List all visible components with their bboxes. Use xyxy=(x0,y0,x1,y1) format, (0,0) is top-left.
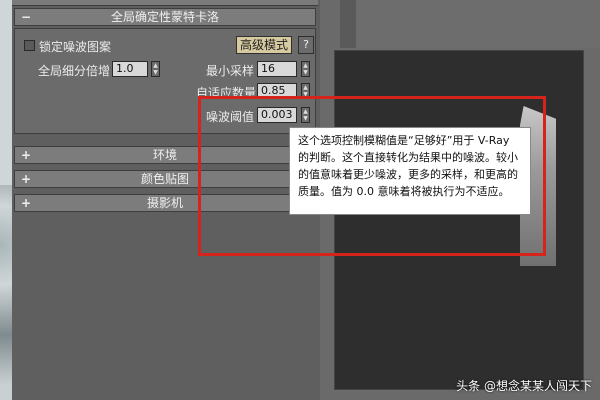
left-edge-strip xyxy=(0,0,12,400)
rollout-color-mapping-label: 颜色贴图 xyxy=(140,172,189,186)
expand-icon: + xyxy=(21,172,32,186)
min-samples-input[interactable]: 16 xyxy=(257,61,297,77)
noise-threshold-tooltip: 这个选项控制模糊值是“足够好”用于 V-Ray 的判断。这个直接转化为结果中的噪… xyxy=(289,127,531,215)
global-subdiv-mult-label: 全局细分倍增 xyxy=(38,64,111,78)
help-button[interactable]: ? xyxy=(298,36,314,54)
global-subdiv-spinner[interactable]: ▲ ▼ xyxy=(151,61,160,77)
advanced-mode-button[interactable]: 高级模式 xyxy=(236,36,292,54)
lock-noise-pattern-label: 锁定噪波图案 xyxy=(39,40,112,54)
expand-icon: + xyxy=(21,196,32,210)
rollout-environment-label: 环境 xyxy=(152,148,177,162)
collapse-icon: − xyxy=(21,10,32,24)
viewport-toolbar xyxy=(340,0,600,48)
rollout-title: 全局确定性蒙特卡洛 xyxy=(110,10,219,24)
min-samples-spinner[interactable]: ▲ ▼ xyxy=(301,61,310,77)
rollout-header-global-dmc[interactable]: − 全局确定性蒙特卡洛 xyxy=(14,8,316,26)
lock-noise-pattern-checkbox[interactable] xyxy=(24,40,35,51)
tooltip-text: 这个选项控制模糊值是“足够好”用于 V-Ray 的判断。这个直接转化为结果中的噪… xyxy=(298,134,518,198)
min-samples-label: 最小采样 xyxy=(206,64,255,78)
previous-rollout-edge xyxy=(12,0,318,6)
watermark: 头条 @想念某某人闯天下 xyxy=(456,379,592,393)
viewport-tab xyxy=(340,0,356,48)
expand-icon: + xyxy=(21,148,32,162)
global-subdiv-mult-input[interactable]: 1.0 xyxy=(112,61,148,77)
rollout-camera-label: 摄影机 xyxy=(146,196,183,210)
